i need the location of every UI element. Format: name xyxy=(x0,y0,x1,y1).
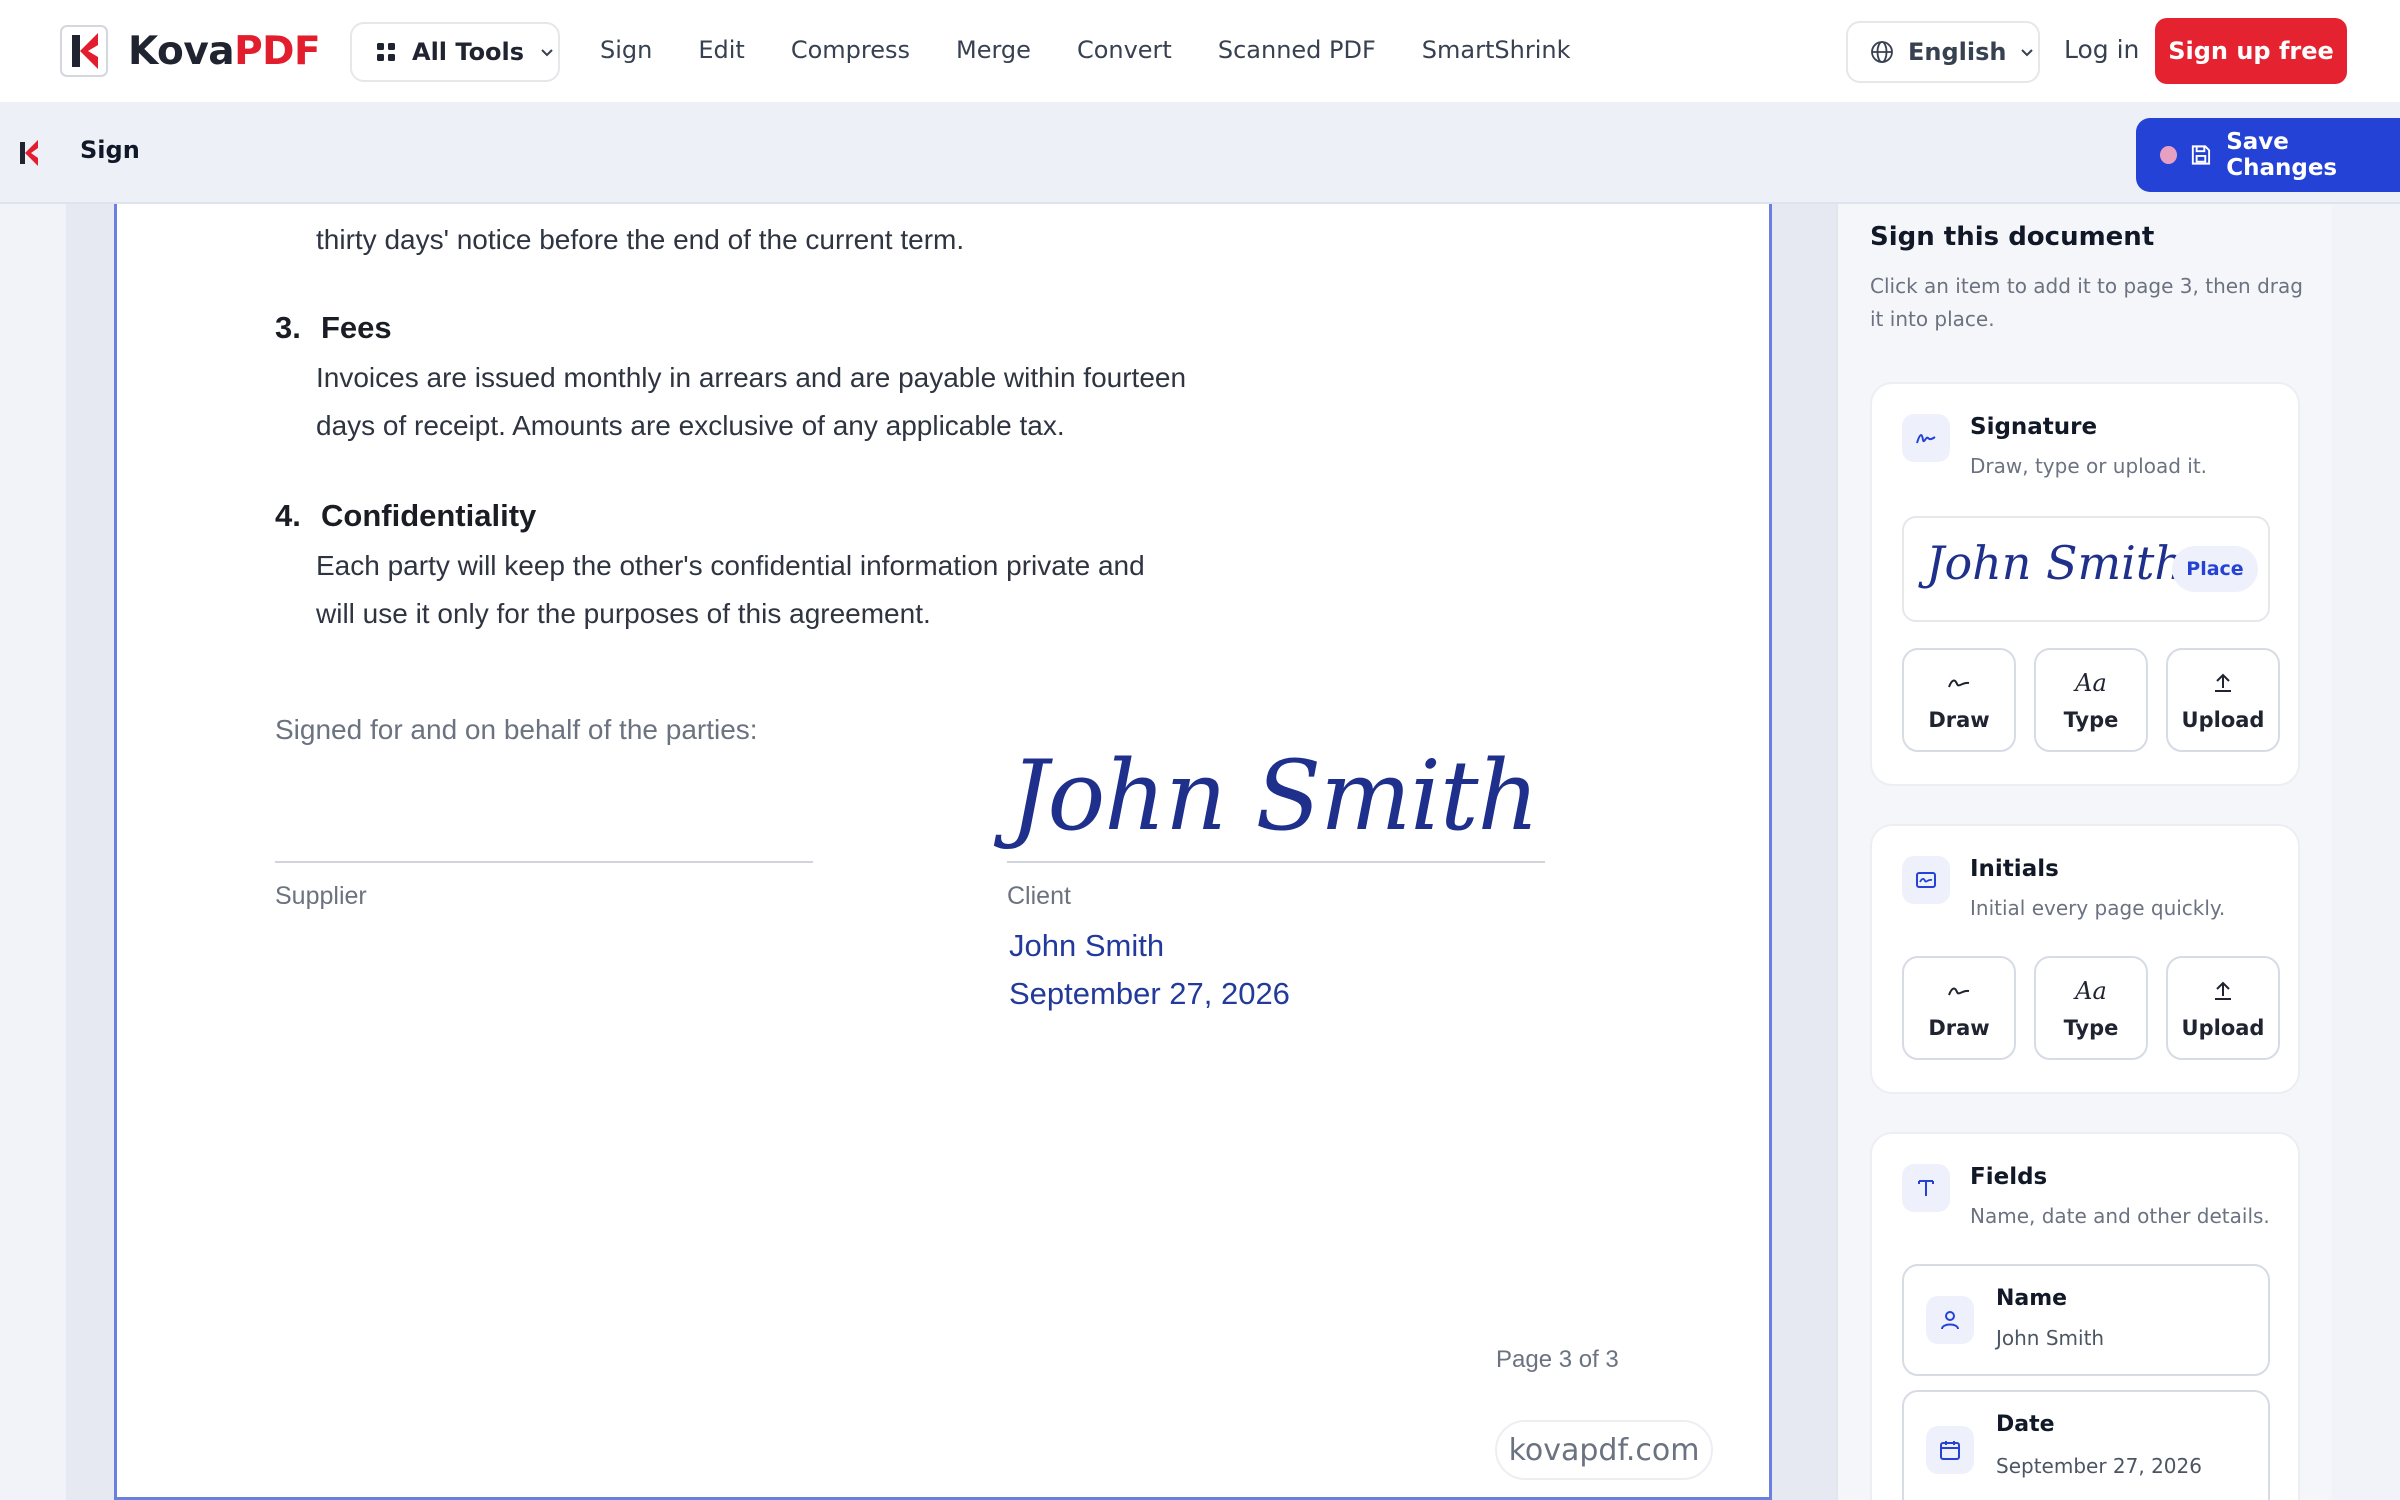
option-label: Upload xyxy=(2181,708,2265,732)
tool-title: Sign xyxy=(80,136,140,164)
brand-name: KovaPDF xyxy=(128,28,321,74)
nav-link-sign[interactable]: Sign xyxy=(600,30,652,70)
option-label: Type xyxy=(2063,708,2119,732)
save-changes-label: Save Changes xyxy=(2226,129,2338,181)
card-subtitle: Name, date and other details. xyxy=(1970,1204,2270,1228)
doc-paragraph: thirty days' notice before the end of th… xyxy=(316,224,965,255)
nav-link-compress[interactable]: Compress xyxy=(791,30,910,70)
text-field-icon xyxy=(1902,1164,1950,1212)
draw-initials-button[interactable]: Draw xyxy=(1902,956,2016,1060)
sign-panel: Sign this document Click an item to add … xyxy=(1836,204,2332,1500)
placed-signature[interactable]: John Smith xyxy=(1010,740,1539,852)
field-label: Name xyxy=(1996,1286,2068,1311)
kova-logo-icon xyxy=(60,25,108,77)
initials-icon xyxy=(1902,856,1950,904)
card-subtitle: Initial every page quickly. xyxy=(1970,896,2226,920)
doc-paragraph: will use it only for the purposes of thi… xyxy=(316,598,931,629)
signed-on-behalf-text: Signed for and on behalf of the parties: xyxy=(275,714,758,745)
pdf-page[interactable]: thirty days' notice before the end of th… xyxy=(114,204,1772,1500)
section-heading: Fees xyxy=(321,310,392,345)
nav-link-edit[interactable]: Edit xyxy=(698,30,744,70)
draw-icon xyxy=(1947,668,1971,698)
all-tools-dropdown[interactable]: All Tools xyxy=(350,22,560,82)
option-label: Type xyxy=(2063,1016,2119,1040)
initials-options: Draw Aa Type Upload xyxy=(1902,956,2280,1060)
type-icon: Aa xyxy=(2075,977,2107,1005)
draw-icon xyxy=(1947,976,1971,1006)
all-tools-label: All Tools xyxy=(412,38,525,66)
signature-card: Signature Draw, type or upload it. John … xyxy=(1870,382,2300,786)
panel-title: Sign this document xyxy=(1870,222,2155,252)
signature-preview[interactable]: John Smith Place xyxy=(1902,516,2270,622)
unsaved-indicator xyxy=(2160,146,2178,164)
placed-date-field[interactable]: September 27, 2026 xyxy=(1009,976,1290,1012)
field-value: John Smith xyxy=(1996,1326,2105,1350)
field-value: September 27, 2026 xyxy=(1996,1454,2202,1478)
fields-card: Fields Name, date and other details. Nam… xyxy=(1870,1132,2300,1500)
kova-logo-icon xyxy=(20,140,38,166)
login-link[interactable]: Log in xyxy=(2064,30,2139,70)
section-number: 4. xyxy=(275,498,301,533)
placed-name-field[interactable]: John Smith xyxy=(1009,928,1164,964)
tool-header-bar: Sign xyxy=(0,102,2400,204)
type-initials-button[interactable]: Aa Type xyxy=(2034,956,2148,1060)
chevron-down-icon xyxy=(541,49,553,57)
card-title: Initials xyxy=(1970,856,2059,882)
option-label: Draw xyxy=(1928,1016,1990,1040)
tool-links: Sign Edit Compress Merge Convert Scanned… xyxy=(600,30,1616,70)
signature-preview-text: John Smith xyxy=(1926,536,2184,590)
language-selector[interactable]: English xyxy=(1846,21,2040,83)
type-icon: Aa xyxy=(2075,669,2107,697)
panel-description: Click an item to add it to page 3, then … xyxy=(1870,274,2303,331)
grid-icon xyxy=(377,43,395,61)
client-label: Client xyxy=(1007,882,1071,910)
nav-link-scanned-pdf[interactable]: Scanned PDF xyxy=(1218,30,1376,70)
language-label: English xyxy=(1908,38,2007,66)
name-field-item[interactable]: Name John Smith xyxy=(1902,1264,2270,1376)
upload-signature-button[interactable]: Upload xyxy=(2166,648,2280,752)
card-subtitle: Draw, type or upload it. xyxy=(1970,454,2208,478)
save-changes-button[interactable]: Save Changes xyxy=(2136,118,2400,192)
page-indicator: Page 3 of 3 xyxy=(1496,1346,1619,1373)
chevron-down-icon xyxy=(2021,49,2034,57)
initials-card: Initials Initial every page quickly. Dra… xyxy=(1870,824,2300,1094)
nav-link-smartshrink[interactable]: SmartShrink xyxy=(1422,30,1571,70)
field-label: Date xyxy=(1996,1412,2055,1437)
nav-link-convert[interactable]: Convert xyxy=(1077,30,1172,70)
option-label: Upload xyxy=(2181,1016,2265,1040)
place-signature-button[interactable]: Place xyxy=(2172,546,2258,592)
signature-icon xyxy=(1902,414,1950,462)
client-signature-line xyxy=(1007,861,1545,863)
doc-paragraph: Each party will keep the other's confide… xyxy=(316,550,1145,581)
upload-icon xyxy=(2211,976,2235,1006)
globe-icon xyxy=(1871,41,1893,63)
card-title: Signature xyxy=(1970,414,2098,440)
doc-paragraph: Invoices are issued monthly in arrears a… xyxy=(316,362,1187,393)
upload-icon xyxy=(2211,668,2235,698)
option-label: Draw xyxy=(1928,708,1990,732)
brand-logo[interactable]: KovaPDF xyxy=(60,25,321,77)
section-heading: Confidentiality xyxy=(321,498,537,533)
user-icon xyxy=(1926,1296,1974,1344)
signature-options: Draw Aa Type Upload xyxy=(1902,648,2280,752)
signup-button[interactable]: Sign up free xyxy=(2155,18,2347,84)
calendar-icon xyxy=(1926,1426,1974,1474)
nav-link-merge[interactable]: Merge xyxy=(956,30,1031,70)
floppy-disk-icon xyxy=(2192,145,2211,165)
watermark-badge: kovapdf.com xyxy=(1495,1420,1713,1480)
supplier-signature-line xyxy=(275,861,813,863)
card-title: Fields xyxy=(1970,1164,2048,1190)
section-number: 3. xyxy=(275,310,301,345)
date-field-item[interactable]: Date September 27, 2026 xyxy=(1902,1390,2270,1500)
type-signature-button[interactable]: Aa Type xyxy=(2034,648,2148,752)
top-navbar: KovaPDF All Tools Sign Edit Compress Mer… xyxy=(0,0,2400,102)
supplier-label: Supplier xyxy=(275,882,367,910)
draw-signature-button[interactable]: Draw xyxy=(1902,648,2016,752)
doc-paragraph: days of receipt. Amounts are exclusive o… xyxy=(316,410,1065,441)
upload-initials-button[interactable]: Upload xyxy=(2166,956,2280,1060)
